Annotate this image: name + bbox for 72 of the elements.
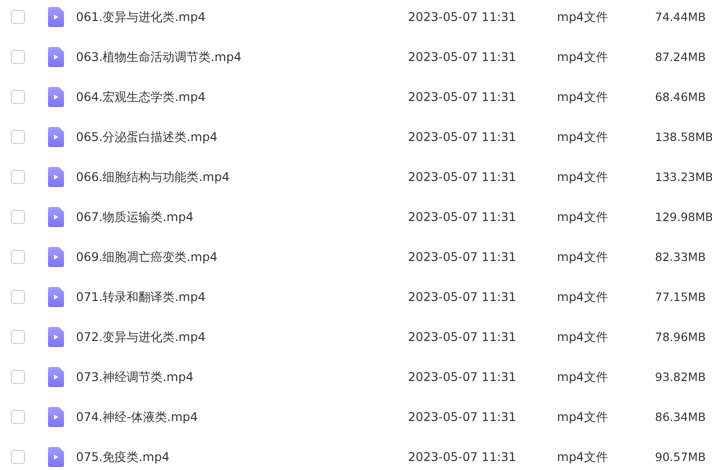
checkbox[interactable]	[11, 410, 25, 424]
modified-date: 2023-05-07 11:31	[408, 450, 518, 464]
file-size: 133.23MB	[655, 170, 712, 184]
modified-date: 2023-05-07 11:31	[408, 370, 518, 384]
file-type: mp4文件	[557, 128, 609, 146]
file-name[interactable]: 066.细胞结构与功能类.mp4	[76, 168, 408, 186]
file-name[interactable]: 075.免疫类.mp4	[76, 448, 408, 466]
video-file-icon	[48, 407, 64, 427]
file-size: 74.44MB	[655, 10, 706, 24]
checkbox[interactable]	[11, 50, 25, 64]
video-file-icon	[48, 247, 64, 267]
file-size: 93.82MB	[655, 370, 706, 384]
video-file-icon	[48, 167, 64, 187]
file-size: 90.57MB	[655, 450, 706, 464]
file-size: 82.33MB	[655, 250, 706, 264]
file-name[interactable]: 071.转录和翻译类.mp4	[76, 288, 408, 306]
modified-date: 2023-05-07 11:31	[408, 410, 518, 424]
checkbox[interactable]	[11, 170, 25, 184]
checkbox[interactable]	[11, 130, 25, 144]
file-name[interactable]: 067.物质运输类.mp4	[76, 208, 408, 226]
file-name[interactable]: 064.宏观生态学类.mp4	[76, 88, 408, 106]
file-size: 68.46MB	[655, 90, 706, 104]
video-file-icon	[48, 287, 64, 307]
checkbox[interactable]	[11, 370, 25, 384]
video-file-icon	[48, 207, 64, 227]
file-type: mp4文件	[557, 88, 609, 106]
file-size: 87.24MB	[655, 50, 706, 64]
video-file-icon	[48, 7, 64, 27]
checkbox[interactable]	[11, 450, 25, 464]
file-type: mp4文件	[557, 368, 609, 386]
modified-date: 2023-05-07 11:31	[408, 130, 518, 144]
file-name[interactable]: 065.分泌蛋白描述类.mp4	[76, 128, 408, 146]
modified-date: 2023-05-07 11:31	[408, 210, 518, 224]
file-size: 78.96MB	[655, 330, 706, 344]
file-type: mp4文件	[557, 8, 609, 26]
modified-date: 2023-05-07 11:31	[408, 170, 518, 184]
file-type: mp4文件	[557, 288, 609, 306]
file-name[interactable]: 069.细胞凋亡癌变类.mp4	[76, 248, 408, 266]
checkbox[interactable]	[11, 330, 25, 344]
modified-date: 2023-05-07 11:31	[408, 50, 518, 64]
file-type: mp4文件	[557, 168, 609, 186]
modified-date: 2023-05-07 11:31	[408, 250, 518, 264]
checkbox[interactable]	[11, 10, 25, 24]
video-file-icon	[48, 367, 64, 387]
file-name[interactable]: 061.变异与进化类.mp4	[76, 8, 408, 26]
file-size: 129.98MB	[655, 210, 712, 224]
file-name[interactable]: 074.神经-体液类.mp4	[76, 408, 408, 426]
file-type: mp4文件	[557, 248, 609, 266]
modified-date: 2023-05-07 11:31	[408, 290, 518, 304]
file-type: mp4文件	[557, 408, 609, 426]
file-type: mp4文件	[557, 448, 609, 466]
file-type: mp4文件	[557, 48, 609, 66]
modified-date: 2023-05-07 11:31	[408, 330, 518, 344]
file-type: mp4文件	[557, 208, 609, 226]
checkbox[interactable]	[11, 250, 25, 264]
file-name[interactable]: 073.神经调节类.mp4	[76, 368, 408, 386]
file-size: 77.15MB	[655, 290, 706, 304]
checkbox[interactable]	[11, 90, 25, 104]
video-file-icon	[48, 87, 64, 107]
video-file-icon	[48, 327, 64, 347]
checkbox[interactable]	[11, 290, 25, 304]
video-file-icon	[48, 127, 64, 147]
modified-date: 2023-05-07 11:31	[408, 90, 518, 104]
file-type: mp4文件	[557, 328, 609, 346]
file-name[interactable]: 063.植物生命活动调节类.mp4	[76, 48, 408, 66]
checkbox[interactable]	[11, 210, 25, 224]
file-size: 86.34MB	[655, 410, 706, 424]
video-file-icon	[48, 47, 64, 67]
file-name[interactable]: 072.变异与进化类.mp4	[76, 328, 408, 346]
video-file-icon	[48, 447, 64, 467]
file-size: 138.58MB	[655, 130, 712, 144]
modified-date: 2023-05-07 11:31	[408, 10, 518, 24]
